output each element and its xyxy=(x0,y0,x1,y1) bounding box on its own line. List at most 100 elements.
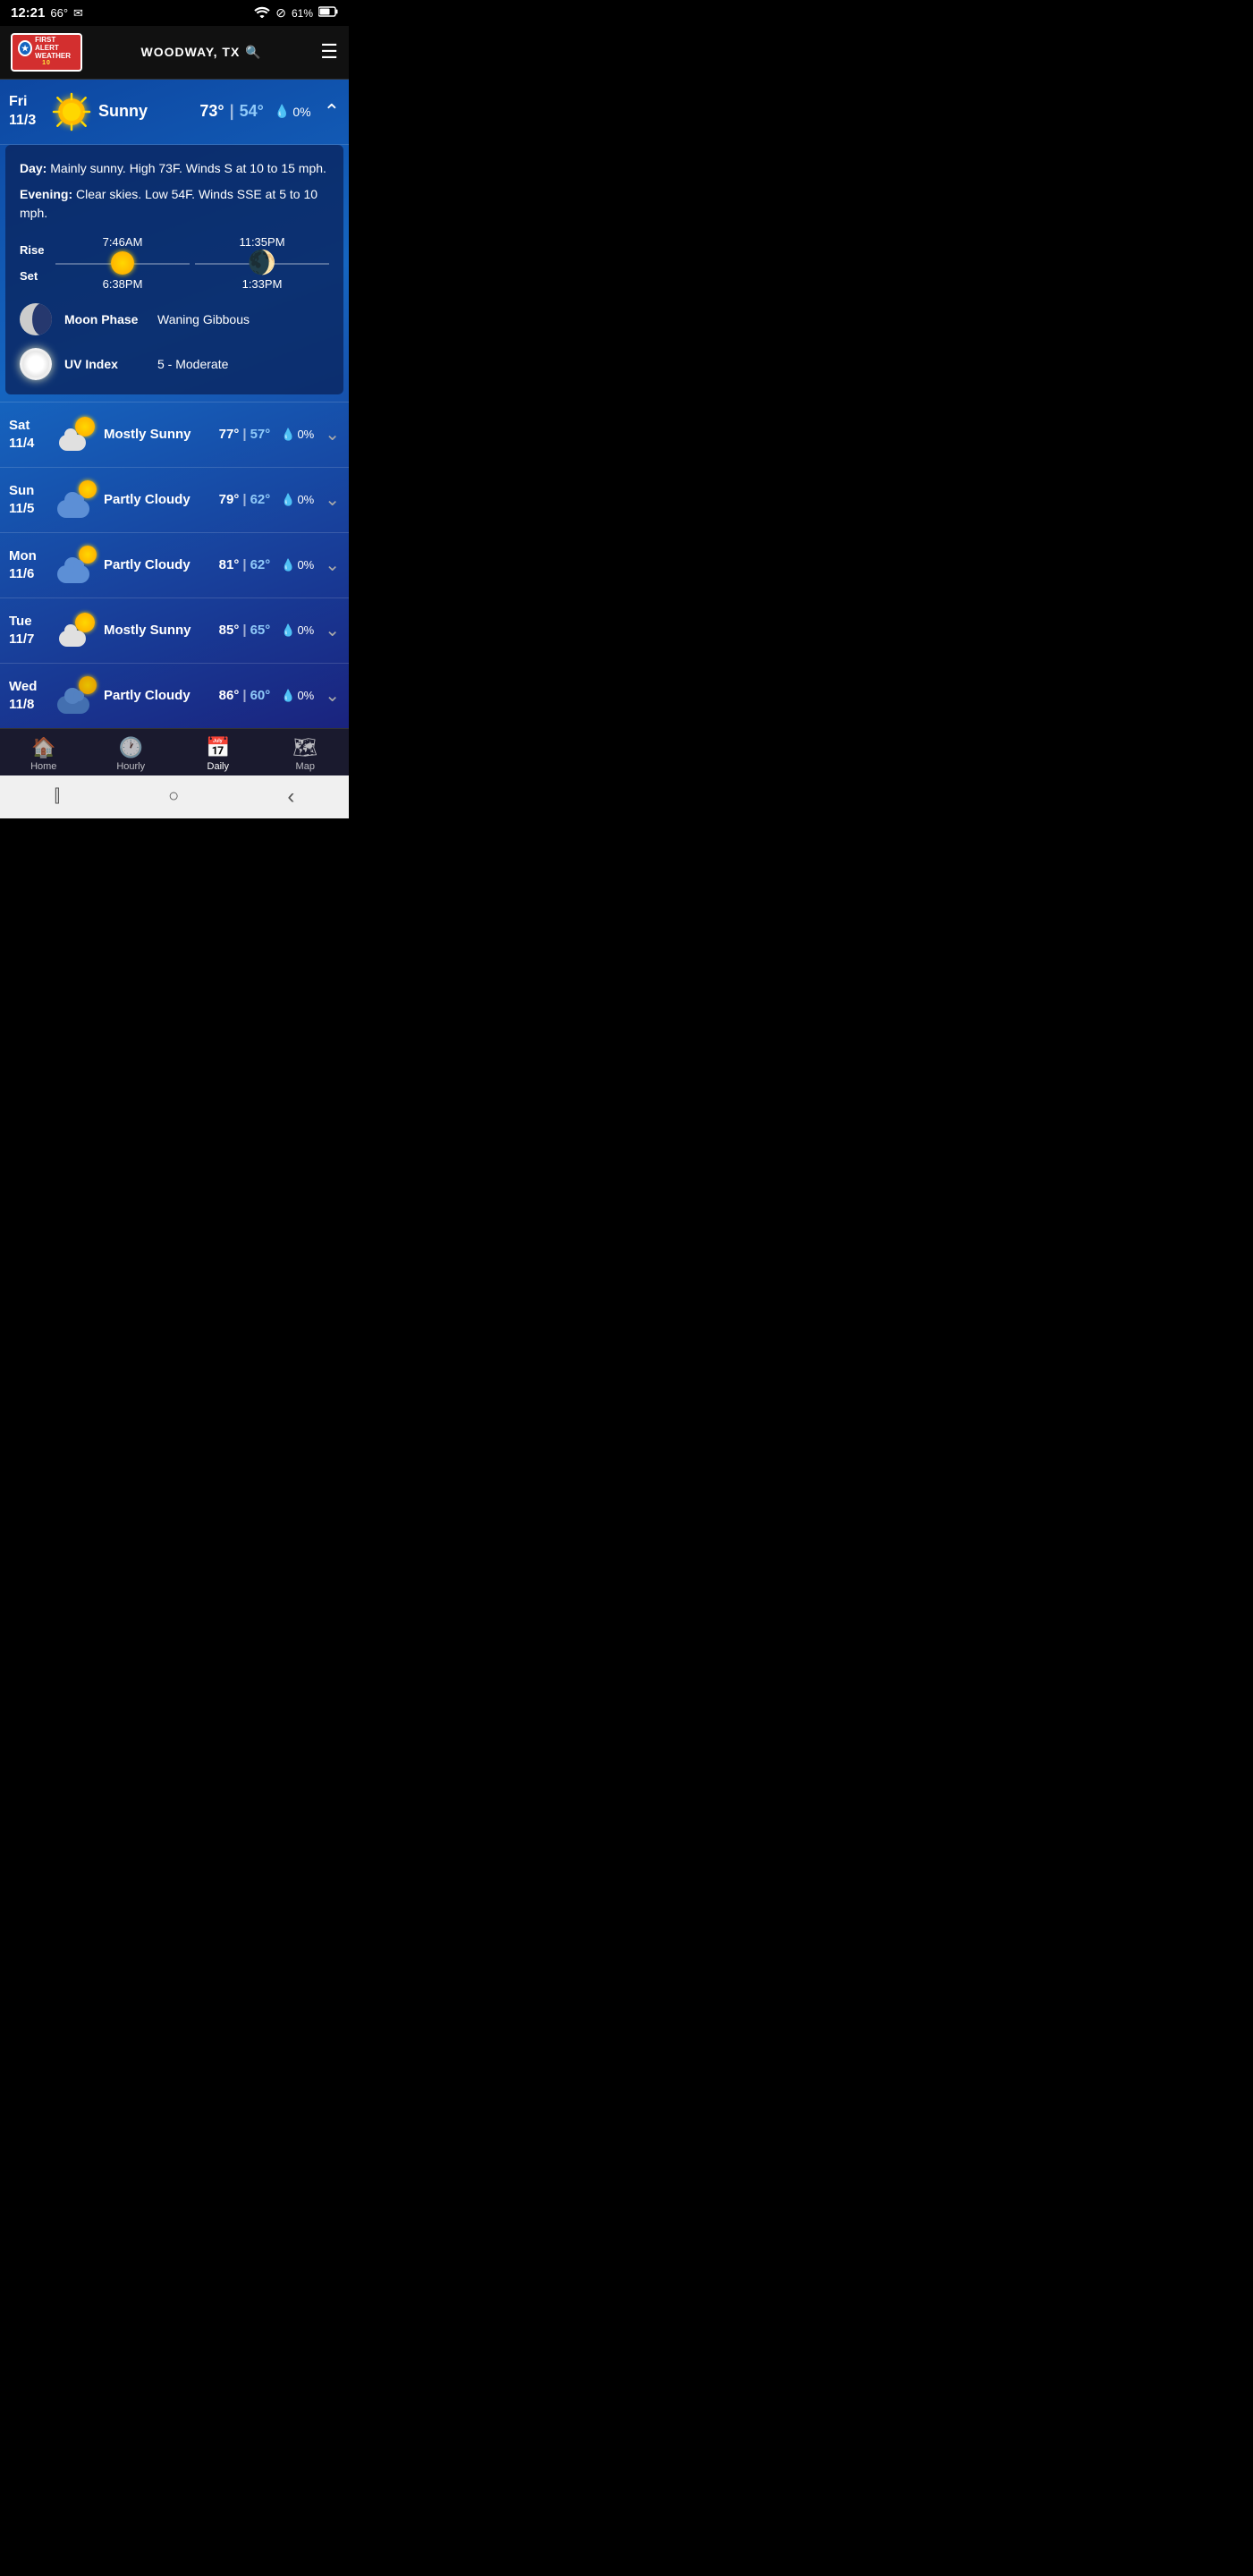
uv-label: UV Index xyxy=(64,357,145,371)
nav-home-label: Home xyxy=(30,761,56,772)
android-back-btn[interactable]: ‹ xyxy=(287,784,294,809)
nav-daily-label: Daily xyxy=(207,761,229,772)
nav-hourly-label: Hourly xyxy=(116,761,145,772)
location-text: WOODWAY, TX xyxy=(141,45,241,59)
sun-rise-time: 7:46AM xyxy=(103,235,143,249)
forecast-condition-3: Partly Cloudy xyxy=(104,557,212,572)
rise-label: Rise xyxy=(20,243,50,257)
partly-cloudy-dark-icon xyxy=(57,676,97,716)
today-low: 54° xyxy=(240,102,264,121)
hourly-icon: 🕐 xyxy=(119,736,143,759)
map-icon: 🗺 xyxy=(292,736,317,759)
today-sun-icon xyxy=(52,92,91,131)
forecast-date-5: Wed 11/8 xyxy=(9,678,50,713)
rain-icon-4: 💧 xyxy=(281,623,295,638)
uv-value: 5 - Moderate xyxy=(157,357,228,371)
forecast-date-3: Mon 11/6 xyxy=(9,547,50,582)
today-date: Fri 11/3 xyxy=(9,93,45,131)
nav-hourly[interactable]: 🕐 Hourly xyxy=(104,736,157,772)
nav-map-label: Map xyxy=(296,761,315,772)
forecast-row-5[interactable]: Wed 11/8 Partly Cloudy 86° | 60° 💧 0% ⌄ xyxy=(0,663,349,728)
forecast-rain-3: 💧 0% xyxy=(281,558,314,572)
moon-icon: 🌒 xyxy=(248,249,276,276)
forecast-chevron-3[interactable]: ⌄ xyxy=(325,554,340,576)
forecast-condition-2: Partly Cloudy xyxy=(104,492,212,507)
moon-set-time: 1:33PM xyxy=(242,277,283,291)
status-temp: 66° xyxy=(50,6,68,20)
moon-phase-value: Waning Gibbous xyxy=(157,312,250,326)
rain-icon-3: 💧 xyxy=(281,558,295,572)
moon-phase-row: Moon Phase Waning Gibbous xyxy=(20,303,329,335)
forecast-row-3[interactable]: Mon 11/6 Partly Cloudy 81° | 62° 💧 0% ⌄ xyxy=(0,532,349,597)
status-bar: 12:21 66° ✉ ⊘ 61% xyxy=(0,0,349,26)
forecast-icon-1 xyxy=(57,415,97,454)
forecast-list: Sat 11/4 Mostly Sunny 77° | 57° 💧 0% ⌄ S… xyxy=(0,402,349,728)
nav-map[interactable]: 🗺 Map xyxy=(278,736,332,772)
today-temps: 73° | 54° xyxy=(199,102,264,121)
rain-drop-icon: 💧 xyxy=(275,104,290,119)
mostly-sunny-icon xyxy=(57,611,97,650)
nav-daily[interactable]: 📅 Daily xyxy=(191,736,245,772)
forecast-condition-1: Mostly Sunny xyxy=(104,427,212,442)
forecast-low-3: 62° xyxy=(250,557,271,572)
temp-sep-2: | xyxy=(242,492,246,507)
forecast-low-5: 60° xyxy=(250,688,271,703)
forecast-rain-pct-5: 0% xyxy=(297,689,314,702)
forecast-low-2: 62° xyxy=(250,492,271,507)
forecast-rain-4: 💧 0% xyxy=(281,623,314,638)
wifi-icon xyxy=(254,6,270,21)
menu-button[interactable]: ☰ xyxy=(320,40,338,64)
rain-icon-5: 💧 xyxy=(281,689,295,703)
forecast-chevron-2[interactable]: ⌄ xyxy=(325,488,340,511)
forecast-temps-5: 86° | 60° xyxy=(219,688,271,703)
forecast-chevron-5[interactable]: ⌄ xyxy=(325,684,340,707)
forecast-high-5: 86° xyxy=(219,688,240,703)
android-recent-btn[interactable]: ⫿ xyxy=(55,786,60,807)
app-logo: ★ FIRST ALERT WEATHER 10 xyxy=(11,33,82,72)
forecast-low-1: 57° xyxy=(250,427,271,442)
android-navigation: ⫿ ○ ‹ xyxy=(0,775,349,818)
forecast-date-4: Tue 11/7 xyxy=(9,613,50,648)
forecast-temps-3: 81° | 62° xyxy=(219,557,271,572)
rain-icon-2: 💧 xyxy=(281,493,295,507)
status-time: 12:21 xyxy=(11,5,45,21)
search-icon[interactable]: 🔍 xyxy=(245,45,261,60)
forecast-row-1[interactable]: Sat 11/4 Mostly Sunny 77° | 57° 💧 0% ⌄ xyxy=(0,402,349,467)
status-notification-icon: ✉ xyxy=(73,6,83,21)
forecast-high-2: 79° xyxy=(219,492,240,507)
uv-index-row: UV Index 5 - Moderate xyxy=(20,348,329,380)
evening-description: Evening: Clear skies. Low 54F. Winds SSE… xyxy=(20,185,329,223)
forecast-condition-5: Partly Cloudy xyxy=(104,688,212,703)
mostly-sunny-icon xyxy=(57,415,97,454)
app-header: ★ FIRST ALERT WEATHER 10 WOODWAY, TX 🔍 ☰ xyxy=(0,26,349,80)
forecast-icon-5 xyxy=(57,676,97,716)
forecast-rain-5: 💧 0% xyxy=(281,689,314,703)
forecast-row-2[interactable]: Sun 11/5 Partly Cloudy 79° | 62° 💧 0% ⌄ xyxy=(0,467,349,532)
forecast-row-4[interactable]: Tue 11/7 Mostly Sunny 85° | 65° 💧 0% ⌄ xyxy=(0,597,349,663)
today-rain-pct: 0% xyxy=(292,105,310,119)
forecast-low-4: 65° xyxy=(250,623,271,638)
forecast-chevron-4[interactable]: ⌄ xyxy=(325,619,340,641)
forecast-temps-4: 85° | 65° xyxy=(219,623,271,638)
logo-circle: ★ xyxy=(18,40,32,56)
today-rain: 💧 0% xyxy=(275,104,311,119)
battery-icon xyxy=(318,6,338,20)
forecast-icon-4 xyxy=(57,611,97,650)
forecast-condition-4: Mostly Sunny xyxy=(104,623,212,638)
location-display[interactable]: WOODWAY, TX 🔍 xyxy=(141,45,262,60)
logo-number: 10 xyxy=(42,60,51,67)
today-row[interactable]: Fri 11/3 Sunny 73° | 54° 💧 xyxy=(0,80,349,145)
nav-home[interactable]: 🏠 Home xyxy=(17,736,71,772)
forecast-rain-2: 💧 0% xyxy=(281,493,314,507)
android-home-btn[interactable]: ○ xyxy=(168,786,179,807)
daily-icon: 📅 xyxy=(206,736,230,759)
forecast-high-4: 85° xyxy=(219,623,240,638)
today-chevron-up[interactable]: ⌃ xyxy=(324,100,340,123)
forecast-chevron-1[interactable]: ⌄ xyxy=(325,423,340,445)
forecast-rain-1: 💧 0% xyxy=(281,428,314,442)
temp-sep-5: | xyxy=(242,688,246,703)
forecast-high-3: 81° xyxy=(219,557,240,572)
moon-rise-time: 11:35PM xyxy=(239,235,284,249)
weather-content: Fri 11/3 Sunny 73° | 54° 💧 xyxy=(0,80,349,728)
temp-sep-4: | xyxy=(242,623,246,638)
